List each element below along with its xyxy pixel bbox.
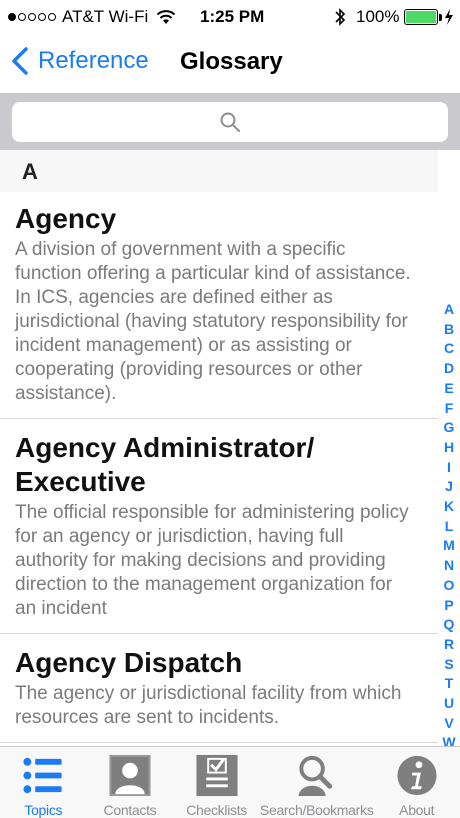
term-title: Agency bbox=[15, 203, 117, 234]
topics-list-icon bbox=[23, 757, 62, 794]
glossary-term[interactable]: Agency Dispatch The agency or jurisdicti… bbox=[0, 634, 438, 743]
contacts-person-icon bbox=[109, 754, 151, 797]
term-title: Agency Administrator/ Executive bbox=[15, 432, 315, 497]
index-letter-r[interactable]: R bbox=[444, 635, 454, 655]
index-letter-i[interactable]: I bbox=[447, 458, 451, 478]
checklist-icon bbox=[196, 754, 238, 797]
carrier-label: AT&T Wi-Fi bbox=[62, 7, 149, 26]
term-definition: The official responsible for administeri… bbox=[15, 502, 409, 619]
chevron-left-icon bbox=[12, 47, 28, 75]
alphabet-index[interactable]: A B C D E F G H I J K L M N O P Q R S T … bbox=[439, 300, 459, 746]
search-bookmarks-icon bbox=[298, 755, 332, 797]
tab-checklists[interactable]: Checklists bbox=[173, 747, 260, 818]
index-letter-m[interactable]: M bbox=[443, 536, 455, 556]
signal-strength-icon bbox=[8, 13, 56, 21]
charging-bolt-icon bbox=[445, 9, 453, 25]
search-bar bbox=[0, 94, 460, 150]
index-letter-q[interactable]: Q bbox=[444, 615, 455, 635]
index-letter-h[interactable]: H bbox=[444, 438, 454, 458]
index-letter-k[interactable]: K bbox=[444, 497, 454, 517]
index-letter-t[interactable]: T bbox=[445, 674, 454, 694]
tab-topics[interactable]: Topics bbox=[0, 747, 87, 818]
tab-label: Contacts bbox=[103, 802, 157, 818]
glossary-list[interactable]: Agency A division of government with a s… bbox=[0, 192, 438, 746]
info-icon bbox=[397, 755, 437, 796]
tab-search-bookmarks[interactable]: Search/Bookmarks bbox=[259, 747, 374, 818]
index-letter-n[interactable]: N bbox=[444, 556, 454, 576]
wifi-icon bbox=[157, 10, 176, 24]
tab-label: Search/Bookmarks bbox=[259, 802, 374, 818]
index-letter-w[interactable]: W bbox=[442, 733, 455, 746]
search-input[interactable] bbox=[12, 102, 448, 142]
glossary-term[interactable]: Agency Administrator/ Executive The offi… bbox=[0, 419, 438, 634]
tab-about[interactable]: About bbox=[373, 747, 460, 818]
term-definition: The agency or jurisdictional facility fr… bbox=[15, 683, 402, 728]
battery-tip bbox=[439, 14, 442, 21]
index-letter-v[interactable]: V bbox=[444, 714, 453, 734]
index-letter-u[interactable]: U bbox=[444, 694, 454, 714]
tab-label: Topics bbox=[24, 802, 63, 818]
index-letter-j[interactable]: J bbox=[445, 477, 453, 497]
term-definition: A division of government with a specific… bbox=[15, 239, 411, 404]
index-letter-d[interactable]: D bbox=[444, 359, 454, 379]
index-letter-e[interactable]: E bbox=[444, 379, 453, 399]
tab-label: About bbox=[399, 802, 435, 818]
clock: 1:25 PM bbox=[200, 7, 265, 26]
page-title: Glossary bbox=[180, 48, 283, 75]
index-letter-a[interactable]: A bbox=[444, 300, 454, 320]
tab-contacts[interactable]: Contacts bbox=[87, 747, 174, 818]
battery-percentage: 100% bbox=[356, 7, 400, 26]
glossary-term[interactable]: Agency A division of government with a s… bbox=[0, 192, 438, 419]
index-letter-g[interactable]: G bbox=[444, 418, 455, 438]
index-letter-b[interactable]: B bbox=[444, 320, 454, 340]
index-letter-s[interactable]: S bbox=[444, 655, 453, 675]
section-letter: A bbox=[22, 159, 38, 184]
tab-bar: Topics Contacts Checklists Search/Bookma… bbox=[0, 746, 460, 818]
index-letter-c[interactable]: C bbox=[444, 339, 454, 359]
index-letter-l[interactable]: L bbox=[445, 517, 454, 537]
tab-label: Checklists bbox=[186, 802, 247, 818]
back-button-label: Reference bbox=[38, 47, 149, 74]
index-letter-p[interactable]: P bbox=[444, 596, 453, 616]
bluetooth-icon bbox=[335, 8, 346, 26]
index-letter-o[interactable]: O bbox=[444, 576, 455, 596]
battery-icon bbox=[404, 9, 438, 25]
status-bar: AT&T Wi-Fi 1:25 PM 100% bbox=[0, 0, 460, 34]
navigation-bar: Reference Glossary bbox=[0, 34, 460, 94]
search-icon bbox=[220, 112, 240, 132]
back-button[interactable]: Reference bbox=[10, 46, 149, 76]
section-header: A bbox=[0, 150, 438, 192]
term-title: Agency Dispatch bbox=[15, 647, 243, 678]
index-letter-f[interactable]: F bbox=[445, 399, 454, 419]
